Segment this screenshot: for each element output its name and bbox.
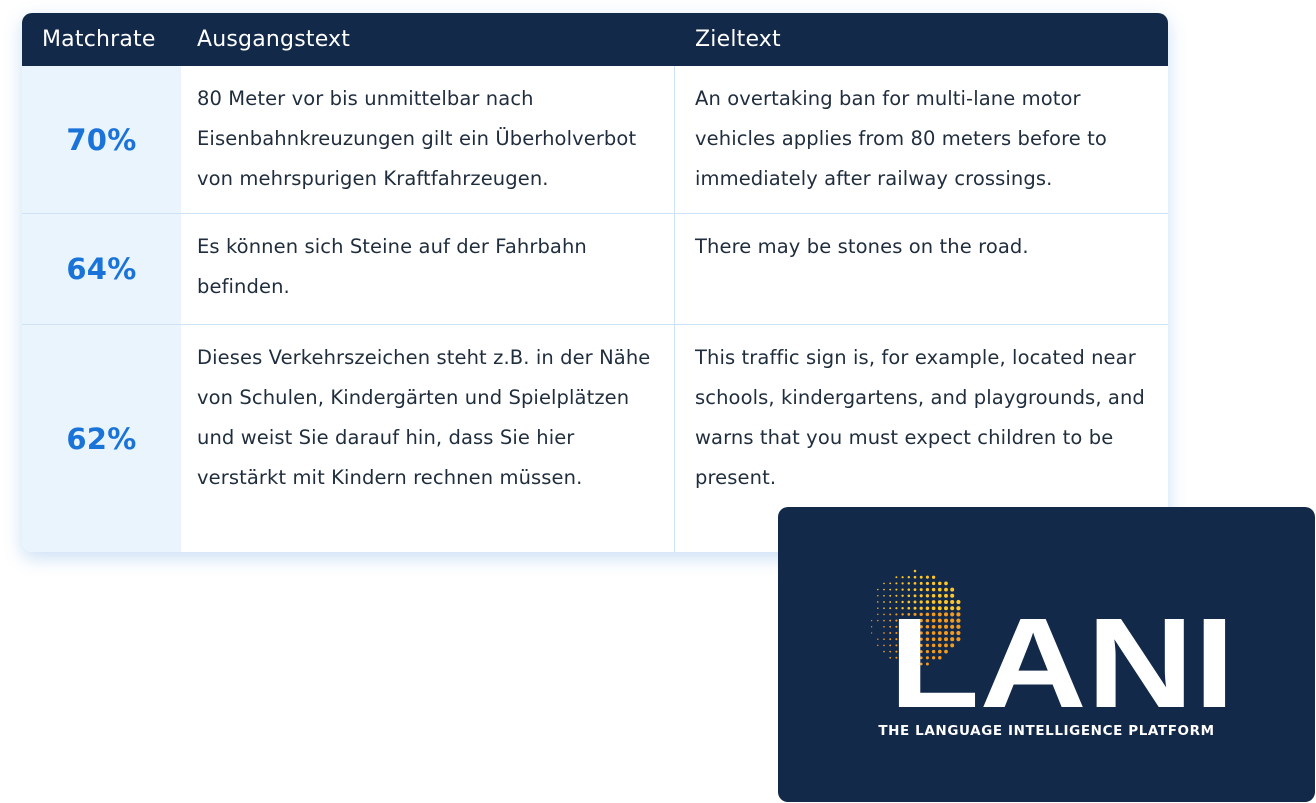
globe-dot — [889, 589, 891, 591]
globe-dot — [883, 607, 885, 609]
globe-dot — [908, 582, 910, 584]
globe-dot — [871, 620, 872, 621]
globe-dot — [883, 632, 885, 634]
globe-dot — [944, 588, 948, 592]
target-cell: An overtaking ban for multi-lane motor v… — [675, 66, 1168, 213]
table-row: 70% 80 Meter vor bis unmittelbar nach Ei… — [22, 66, 1168, 213]
globe-dot — [877, 607, 878, 608]
globe-dot — [883, 626, 885, 628]
globe-dot — [883, 583, 885, 585]
source-cell: 80 Meter vor bis unmittelbar nach Eisenb… — [181, 66, 675, 213]
globe-dot — [908, 576, 910, 578]
globe-dot — [902, 576, 904, 578]
globe-dot — [926, 582, 929, 585]
globe-dot — [901, 588, 903, 590]
globe-dot — [883, 595, 885, 597]
globe-dot — [920, 582, 923, 585]
globe-dot — [926, 588, 929, 591]
source-text: Es können sich Steine auf der Fahrbahn b… — [197, 227, 660, 307]
matchrate-value: 62% — [66, 422, 136, 456]
globe-dot — [889, 583, 891, 585]
target-text: This traffic sign is, for example, locat… — [695, 338, 1154, 498]
source-cell: Dieses Verkehrszeichen steht z.B. in der… — [181, 325, 675, 552]
globe-dot — [883, 614, 885, 616]
source-text: 80 Meter vor bis unmittelbar nach Eisenb… — [197, 79, 660, 199]
globe-dot — [895, 589, 897, 591]
target-cell: There may be stones on the road. — [675, 214, 1168, 324]
globe-dot — [932, 582, 935, 585]
globe-dot — [938, 588, 942, 592]
header-target-text: Zieltext — [695, 13, 781, 66]
globe-dot — [920, 588, 923, 591]
header-matchrate: Matchrate — [42, 13, 156, 66]
lani-logo: LANI — [778, 507, 1315, 802]
globe-dot — [877, 614, 878, 615]
lani-wordmark: LANI — [889, 592, 1235, 735]
target-text: There may be stones on the road. — [695, 227, 1154, 267]
globe-dot — [883, 601, 885, 603]
globe-dot — [908, 588, 911, 591]
globe-dot — [914, 570, 917, 573]
source-cell: Es können sich Steine auf der Fahrbahn b… — [181, 214, 675, 324]
globe-dot — [932, 576, 935, 579]
globe-dot — [877, 645, 878, 646]
globe-dot — [938, 582, 942, 586]
header-source-text: Ausgangstext — [197, 13, 350, 66]
globe-dot — [877, 638, 878, 639]
globe-dot — [871, 632, 872, 633]
target-text: An overtaking ban for multi-lane motor v… — [695, 79, 1154, 199]
globe-dot — [914, 576, 917, 579]
globe-dot — [883, 645, 885, 647]
lani-logo-card: LANI THE LANGUAGE INTELLIGENCE PLATFORM — [778, 507, 1315, 802]
matchrate-cell: 62% — [22, 325, 181, 552]
globe-dot — [877, 595, 878, 596]
globe-dot — [950, 588, 954, 592]
globe-dot — [895, 582, 897, 584]
globe-dot — [883, 589, 885, 591]
globe-dot — [944, 582, 948, 586]
matchrate-value: 70% — [66, 123, 136, 157]
globe-dot — [895, 576, 897, 578]
globe-dot — [883, 620, 885, 622]
globe-dot — [932, 588, 935, 591]
source-text: Dieses Verkehrszeichen steht z.B. in der… — [197, 338, 660, 498]
globe-dot — [901, 582, 903, 584]
globe-dot — [926, 576, 929, 579]
globe-dot — [883, 651, 885, 653]
globe-dot — [877, 601, 878, 602]
globe-dot — [920, 576, 923, 579]
globe-dot — [877, 589, 878, 590]
globe-dot — [877, 620, 878, 621]
globe-dot — [871, 626, 872, 627]
globe-dot — [914, 582, 917, 585]
lani-tagline: THE LANGUAGE INTELLIGENCE PLATFORM — [778, 723, 1315, 739]
translation-memory-table: Matchrate Ausgangstext Zieltext 70% 80 M… — [22, 13, 1168, 552]
table-header: Matchrate Ausgangstext Zieltext — [22, 13, 1168, 66]
table-row: 64% Es können sich Steine auf der Fahrba… — [22, 213, 1168, 324]
globe-dot — [883, 638, 885, 640]
matchrate-cell: 70% — [22, 66, 181, 213]
globe-dot — [914, 588, 917, 591]
matchrate-value: 64% — [66, 252, 136, 286]
matchrate-cell: 64% — [22, 214, 181, 324]
